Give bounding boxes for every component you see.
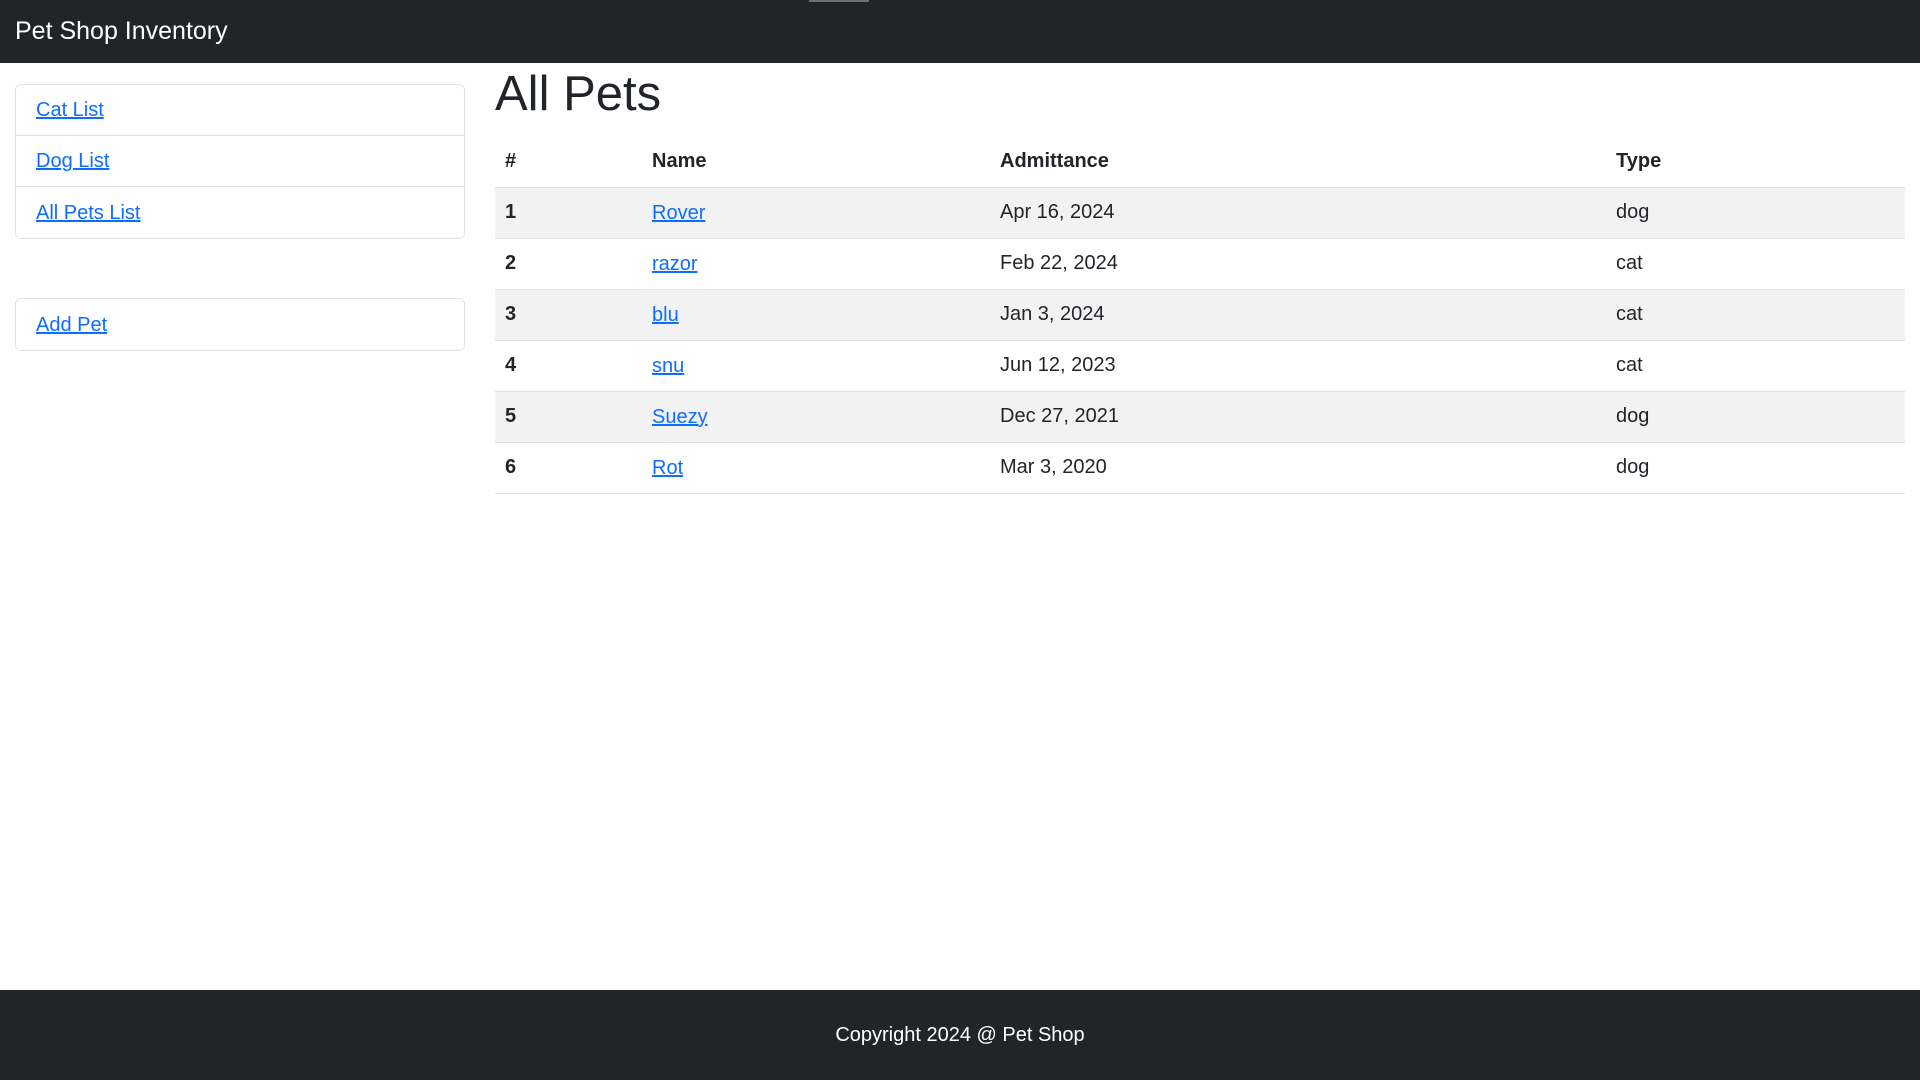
type-cell: cat bbox=[1606, 238, 1905, 290]
row-number: 4 bbox=[495, 340, 642, 392]
type-cell: cat bbox=[1606, 340, 1905, 392]
sidebar-action-list: Add Pet bbox=[15, 298, 465, 351]
name-cell: Suezy bbox=[642, 391, 990, 443]
pet-name-link[interactable]: blu bbox=[652, 304, 679, 326]
cat-list-link[interactable]: Cat List bbox=[36, 98, 104, 122]
admittance-cell: Dec 27, 2021 bbox=[990, 391, 1606, 443]
name-cell: Rover bbox=[642, 187, 990, 239]
page-footer: Copyright 2024 @ Pet Shop bbox=[0, 990, 1920, 1080]
admittance-cell: Mar 3, 2020 bbox=[990, 442, 1606, 494]
pets-table: # Name Admittance Type 1 Rover Apr 16, 2… bbox=[495, 136, 1905, 494]
name-cell: snu bbox=[642, 340, 990, 392]
add-pet-link[interactable]: Add Pet bbox=[36, 313, 107, 337]
column-header-number: # bbox=[495, 136, 642, 188]
row-number: 5 bbox=[495, 391, 642, 443]
navbar-indicator bbox=[809, 0, 869, 2]
table-row: 5 Suezy Dec 27, 2021 dog bbox=[495, 391, 1905, 443]
admittance-cell: Jan 3, 2024 bbox=[990, 289, 1606, 341]
all-pets-list-link[interactable]: All Pets List bbox=[36, 201, 140, 225]
pet-name-link[interactable]: razor bbox=[652, 253, 698, 275]
type-cell: dog bbox=[1606, 442, 1905, 494]
row-number: 6 bbox=[495, 442, 642, 494]
sidebar-item-all-pets-list: All Pets List bbox=[16, 187, 464, 238]
type-cell: dog bbox=[1606, 391, 1905, 443]
admittance-cell: Feb 22, 2024 bbox=[990, 238, 1606, 290]
type-cell: cat bbox=[1606, 289, 1905, 341]
table-row: 3 blu Jan 3, 2024 cat bbox=[495, 289, 1905, 341]
admittance-cell: Apr 16, 2024 bbox=[990, 187, 1606, 239]
row-number: 3 bbox=[495, 289, 642, 341]
table-row: 2 razor Feb 22, 2024 cat bbox=[495, 238, 1905, 290]
pet-name-link[interactable]: Rot bbox=[652, 457, 683, 479]
column-header-type: Type bbox=[1606, 136, 1905, 188]
table-header-row: # Name Admittance Type bbox=[495, 136, 1905, 188]
table-row: 6 Rot Mar 3, 2020 dog bbox=[495, 442, 1905, 494]
sidebar-nav-list: Cat List Dog List All Pets List bbox=[15, 84, 465, 239]
table-row: 4 snu Jun 12, 2023 cat bbox=[495, 340, 1905, 392]
brand-title[interactable]: Pet Shop Inventory bbox=[15, 15, 228, 47]
name-cell: blu bbox=[642, 289, 990, 341]
top-navbar: Pet Shop Inventory bbox=[0, 0, 1920, 63]
row-number: 2 bbox=[495, 238, 642, 290]
table-row: 1 Rover Apr 16, 2024 dog bbox=[495, 187, 1905, 239]
row-number: 1 bbox=[495, 187, 642, 239]
pet-name-link[interactable]: snu bbox=[652, 355, 684, 377]
type-cell: dog bbox=[1606, 187, 1905, 239]
sidebar-item-dog-list: Dog List bbox=[16, 136, 464, 187]
pet-name-link[interactable]: Rover bbox=[652, 202, 705, 224]
sidebar-item-cat-list: Cat List bbox=[16, 85, 464, 136]
column-header-name: Name bbox=[642, 136, 990, 188]
admittance-cell: Jun 12, 2023 bbox=[990, 340, 1606, 392]
pet-name-link[interactable]: Suezy bbox=[652, 406, 708, 428]
copyright-text: Copyright 2024 @ Pet Shop bbox=[835, 1024, 1085, 1046]
name-cell: razor bbox=[642, 238, 990, 290]
dog-list-link[interactable]: Dog List bbox=[36, 149, 109, 173]
column-header-admittance: Admittance bbox=[990, 136, 1606, 188]
name-cell: Rot bbox=[642, 442, 990, 494]
sidebar-item-add-pet: Add Pet bbox=[16, 299, 464, 350]
page-title: All Pets bbox=[495, 67, 662, 121]
